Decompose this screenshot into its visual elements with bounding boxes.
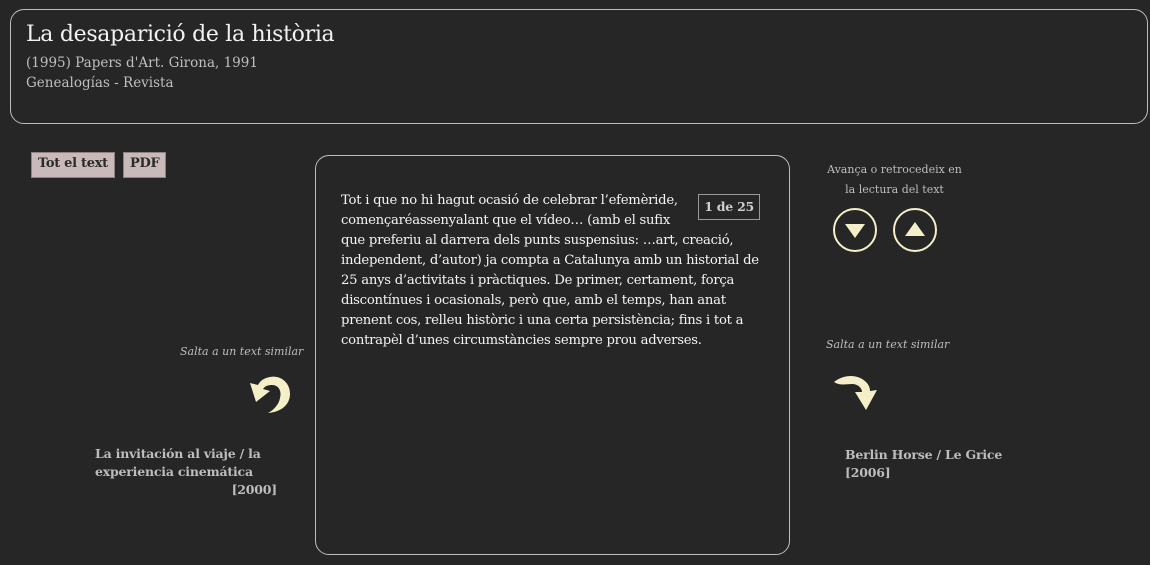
jump-similar-left-button[interactable] bbox=[246, 372, 296, 422]
header-panel: La desaparició de la història (1995) Pap… bbox=[10, 9, 1148, 124]
reader-text-block: 1 de 25 Tot i que no hi hagut ocasió de … bbox=[341, 191, 766, 351]
related-text-right-title: Berlin Horse / Le Grice bbox=[845, 447, 1003, 462]
navigation-hint: Avança o retrocedeix en la lectura del t… bbox=[827, 163, 962, 196]
related-text-right-link[interactable]: Berlin Horse / Le Grice [2006] bbox=[845, 446, 1025, 482]
previous-page-button[interactable] bbox=[893, 208, 937, 252]
similar-text-label-left: Salta a un text similar bbox=[180, 345, 304, 358]
jump-similar-right-button[interactable] bbox=[830, 370, 880, 420]
curved-arrow-left-icon bbox=[250, 376, 290, 413]
arrow-up-icon bbox=[905, 222, 925, 236]
related-text-left-link[interactable]: La invitación al viaje / la experiencia … bbox=[95, 445, 277, 499]
next-page-button[interactable] bbox=[833, 208, 877, 252]
curved-arrow-right-icon bbox=[834, 376, 877, 410]
related-text-right-year: [2006] bbox=[845, 465, 891, 480]
reader-panel: 1 de 25 Tot i que no hi hagut ocasió de … bbox=[315, 155, 790, 555]
pdf-button[interactable]: PDF bbox=[123, 152, 167, 178]
related-text-left-title: La invitación al viaje / la experiencia … bbox=[95, 446, 261, 479]
reader-text: Tot i que no hi hagut ocasió de celebrar… bbox=[341, 193, 759, 348]
similar-text-label-right: Salta a un text similar bbox=[826, 338, 950, 351]
page-indicator: 1 de 25 bbox=[698, 194, 760, 220]
related-text-left-year: [2000] bbox=[231, 482, 278, 497]
arrow-down-icon bbox=[845, 224, 865, 238]
publication-info: (1995) Papers d'Art. Girona, 1991 bbox=[26, 55, 258, 71]
full-text-button[interactable]: Tot el text bbox=[31, 152, 115, 178]
page-title: La desaparició de la història bbox=[26, 22, 335, 47]
series-info: Genealogías - Revista bbox=[26, 75, 174, 91]
